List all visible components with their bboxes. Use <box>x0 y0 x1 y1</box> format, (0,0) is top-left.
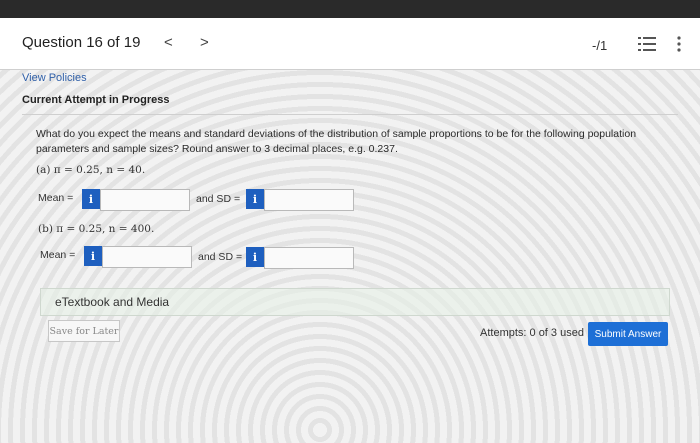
sd-a-input[interactable] <box>264 189 354 211</box>
etextbook-label: eTextbook and Media <box>55 295 170 309</box>
sd-b-label: and SD = <box>198 251 243 263</box>
mean-a-label: Mean = <box>38 192 74 204</box>
mean-a-info-icon[interactable]: i <box>82 189 100 209</box>
etextbook-media-panel[interactable]: eTextbook and Media <box>40 288 670 316</box>
more-vertical-icon[interactable] <box>676 36 682 52</box>
sd-b-input[interactable] <box>264 247 354 269</box>
mean-a-input[interactable] <box>100 189 190 211</box>
part-b-label: (b) π = 0.25, n = 400. <box>38 223 155 235</box>
question-text: What do you expect the means and standar… <box>36 128 637 155</box>
chevron-right-icon[interactable]: > <box>200 34 209 51</box>
sd-a-label: and SD = <box>196 193 241 205</box>
save-for-later-button[interactable]: Save for Later <box>48 320 120 342</box>
mean-b-info-icon[interactable]: i <box>84 246 102 266</box>
score-display: -/1 <box>592 38 608 53</box>
mean-b-label: Mean = <box>40 249 76 261</box>
view-policies-link[interactable]: View Policies <box>22 72 87 84</box>
sd-a-info-icon[interactable]: i <box>246 189 264 209</box>
question-counter: Question 16 of 19 <box>22 34 141 51</box>
browser-top-bar <box>0 0 700 18</box>
mean-b-input[interactable] <box>102 246 192 268</box>
question-header: Question 16 of 19 < > -/1 <box>0 18 700 70</box>
question-body: View Policies Current Attempt in Progres… <box>0 70 700 443</box>
part-a-label: (a) π = 0.25, n = 40. <box>36 164 146 176</box>
divider <box>22 114 678 115</box>
attempt-heading: Current Attempt in Progress <box>22 94 170 106</box>
attempts-counter: Attempts: 0 of 3 used <box>480 327 584 339</box>
list-icon[interactable] <box>638 36 656 52</box>
chevron-left-icon[interactable]: < <box>164 34 173 51</box>
submit-answer-button[interactable]: Submit Answer <box>588 322 668 346</box>
sd-b-info-icon[interactable]: i <box>246 247 264 267</box>
